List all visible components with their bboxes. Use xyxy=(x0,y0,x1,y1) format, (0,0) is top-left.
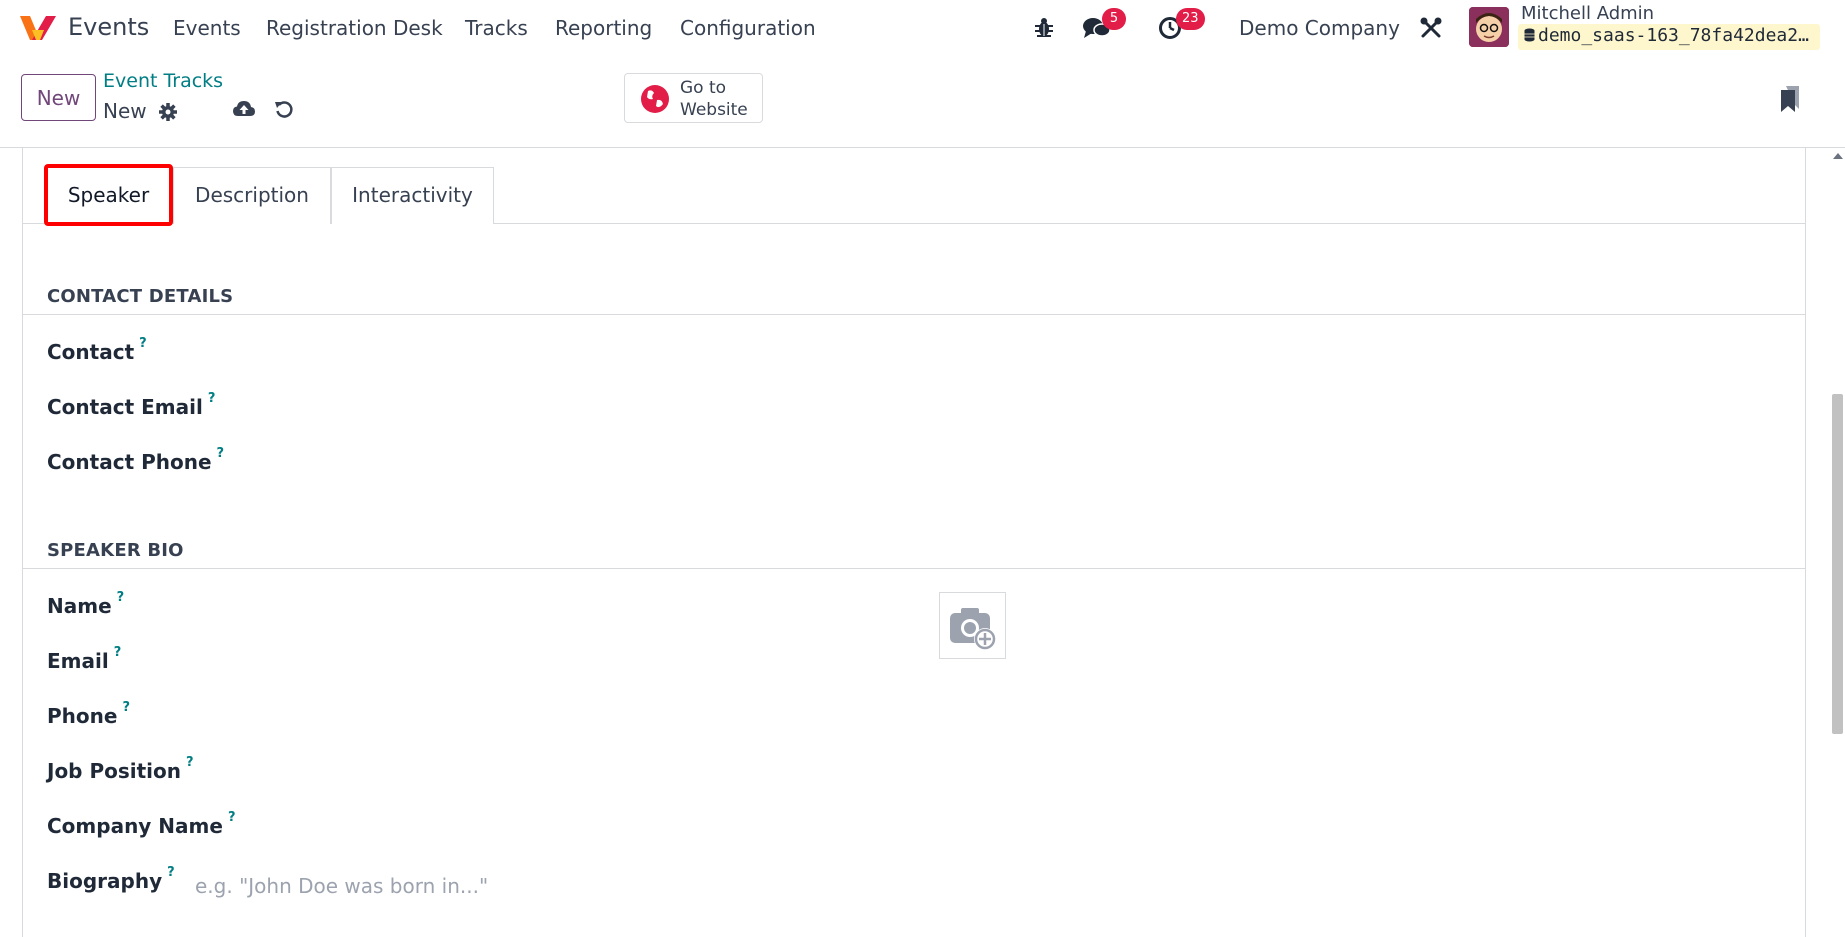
help-tooltip-icon[interactable]: ? xyxy=(122,700,130,715)
database-name: demo_saas-163_78fa42dea2… xyxy=(1518,24,1820,50)
globe-icon xyxy=(641,85,669,113)
tools-wrench-icon[interactable] xyxy=(1419,16,1443,40)
control-panel: New Event Tracks New Go to Website xyxy=(0,56,1845,148)
database-name-text: demo_saas-163_78fa42dea2… xyxy=(1538,25,1809,46)
vertical-scrollbar[interactable] xyxy=(1830,148,1845,937)
messages-count-badge: 5 xyxy=(1102,8,1126,30)
help-tooltip-icon[interactable]: ? xyxy=(139,336,147,351)
biography-input[interactable]: e.g. "John Doe was born in..." xyxy=(195,874,488,898)
go-to-website-button[interactable]: Go to Website xyxy=(624,73,763,123)
help-tooltip-icon[interactable]: ? xyxy=(208,391,216,406)
bookmark-icon[interactable] xyxy=(1780,85,1800,113)
company-name-label: Company Name? xyxy=(47,810,236,838)
help-tooltip-icon[interactable]: ? xyxy=(167,865,175,880)
scroll-up-arrow-icon[interactable] xyxy=(1833,153,1843,159)
debug-bug-icon[interactable] xyxy=(1033,16,1055,38)
speaker-image-upload[interactable] xyxy=(939,592,1006,659)
contact-phone-label: Contact Phone? xyxy=(47,446,225,474)
activities-count-badge: 23 xyxy=(1176,8,1205,30)
tab-speaker[interactable]: Speaker xyxy=(44,164,173,226)
help-tooltip-icon[interactable]: ? xyxy=(186,755,194,770)
name-label: Name? xyxy=(47,590,125,618)
notebook-tabs: Speaker Description Interactivity xyxy=(23,164,1806,226)
form-sheet: Speaker Description Interactivity CONTAC… xyxy=(22,148,1806,937)
menu-tracks[interactable]: Tracks xyxy=(465,16,528,40)
discard-undo-icon[interactable] xyxy=(274,99,294,119)
menu-configuration[interactable]: Configuration xyxy=(680,16,816,40)
company-switcher[interactable]: Demo Company xyxy=(1239,16,1400,40)
help-tooltip-icon[interactable]: ? xyxy=(114,645,122,660)
user-name[interactable]: Mitchell Admin xyxy=(1521,3,1654,24)
job-position-label: Job Position? xyxy=(47,755,194,783)
email-label: Email? xyxy=(47,645,122,673)
help-tooltip-icon[interactable]: ? xyxy=(217,446,225,461)
gear-icon[interactable] xyxy=(158,102,178,122)
menu-registration-desk[interactable]: Registration Desk xyxy=(266,16,443,40)
tab-interactivity[interactable]: Interactivity xyxy=(331,167,494,224)
new-record-button[interactable]: New xyxy=(21,74,96,121)
app-name[interactable]: Events xyxy=(68,13,149,41)
contact-label: Contact? xyxy=(47,336,147,364)
speaker-bio-title: SPEAKER BIO xyxy=(47,540,184,561)
phone-label: Phone? xyxy=(47,700,130,728)
top-navbar: Events Events Registration Desk Tracks R… xyxy=(0,0,1845,56)
breadcrumb-event-tracks[interactable]: Event Tracks xyxy=(103,70,223,92)
events-app-logo-icon[interactable] xyxy=(18,12,58,44)
user-avatar[interactable] xyxy=(1469,7,1509,47)
camera-add-icon xyxy=(950,608,996,650)
database-icon xyxy=(1524,28,1535,42)
contact-details-title: CONTACT DETAILS xyxy=(47,286,234,307)
help-tooltip-icon[interactable]: ? xyxy=(117,590,125,605)
menu-events[interactable]: Events xyxy=(173,16,241,40)
tab-description[interactable]: Description xyxy=(173,167,331,224)
scrollbar-thumb[interactable] xyxy=(1832,394,1843,734)
go-to-website-label: Go to Website xyxy=(680,78,748,120)
contact-email-label: Contact Email? xyxy=(47,391,216,419)
menu-reporting[interactable]: Reporting xyxy=(555,16,652,40)
save-cloud-upload-icon[interactable] xyxy=(232,99,256,119)
section-divider xyxy=(23,314,1806,315)
biography-label: Biography? xyxy=(47,865,175,893)
section-divider xyxy=(23,568,1806,569)
help-tooltip-icon[interactable]: ? xyxy=(228,810,236,825)
record-name: New xyxy=(103,99,147,123)
